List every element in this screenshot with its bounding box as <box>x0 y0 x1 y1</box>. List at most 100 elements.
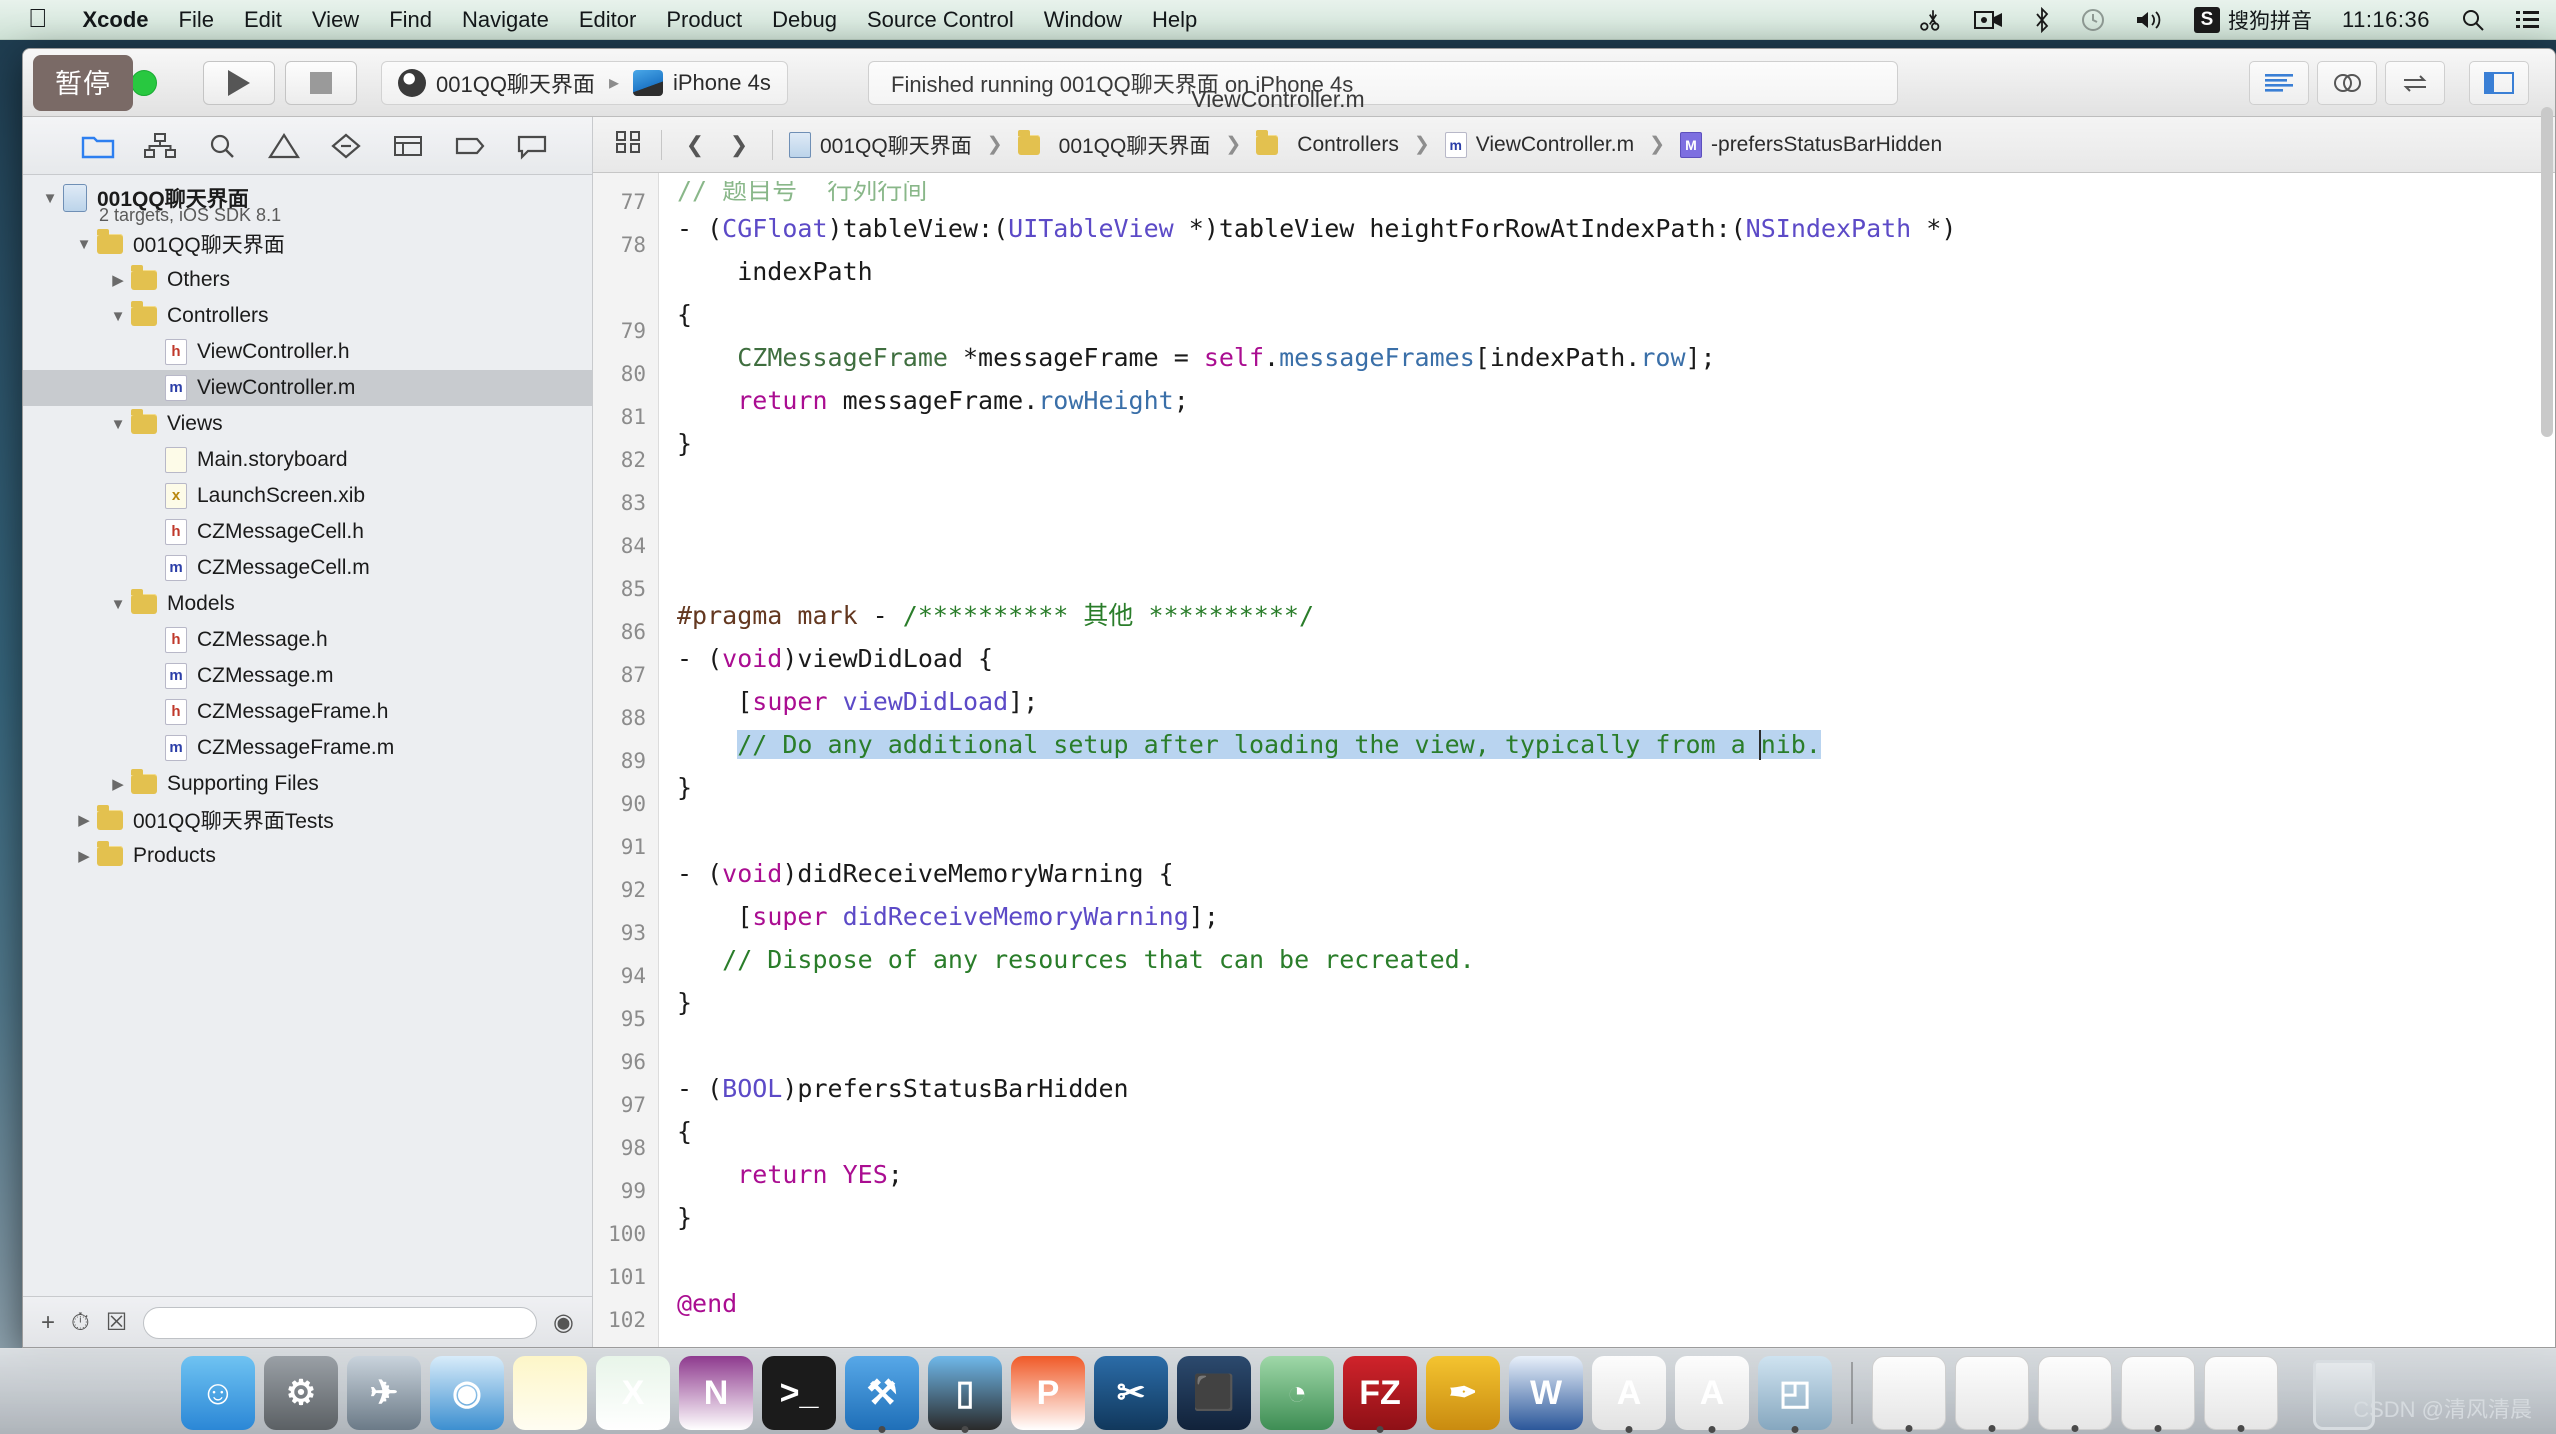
code-line[interactable]: // 题目号 行列行间 <box>677 181 2555 207</box>
dock-item-preview[interactable]: ◰ <box>1758 1356 1832 1430</box>
code-line[interactable]: indexPath <box>677 250 2555 293</box>
tree-row[interactable]: ▼ Models <box>23 586 592 622</box>
project-navigator-icon[interactable] <box>71 126 125 166</box>
symbol-navigator-icon[interactable] <box>133 126 187 166</box>
code-line[interactable]: @end <box>677 1282 2555 1325</box>
tree-row[interactable]: ▶hCZMessageCell.h <box>23 514 592 550</box>
code-line[interactable]: [super didReceiveMemoryWarning]; <box>677 895 2555 938</box>
dock-item-filezilla[interactable]: FZ <box>1343 1356 1417 1430</box>
disclosure-closed-icon[interactable]: ▶ <box>105 271 131 289</box>
menu-item-product[interactable]: Product <box>651 7 757 33</box>
code-line[interactable]: return messageFrame.rowHeight; <box>677 379 2555 422</box>
breadcrumb-item-group[interactable]: 001QQ聊天界面 <box>1059 130 1211 160</box>
dock-item-document-a1[interactable]: A <box>1592 1356 1666 1430</box>
timemachine-icon[interactable] <box>2066 7 2120 33</box>
code-line[interactable] <box>677 508 2555 551</box>
tree-row[interactable]: ▶mCZMessageCell.m <box>23 550 592 586</box>
tree-row[interactable]: ▶ 001QQ聊天界面Tests <box>23 802 592 838</box>
disclosure-open-icon[interactable]: ▼ <box>105 596 131 613</box>
dock-item-notes[interactable] <box>513 1356 587 1430</box>
breadcrumb-item-project[interactable]: 001QQ聊天界面 <box>820 130 972 160</box>
dock-item-onenote[interactable]: N <box>679 1356 753 1430</box>
chevron-left-icon[interactable]: ❮ <box>678 132 712 158</box>
source-control-filter-icon[interactable]: ☒ <box>106 1308 128 1337</box>
code-line[interactable] <box>677 465 2555 508</box>
breadcrumb-item-file[interactable]: ViewController.m <box>1476 133 1634 157</box>
find-navigator-icon[interactable] <box>195 126 249 166</box>
dock-item-safari[interactable]: ◉ <box>430 1356 504 1430</box>
menu-item-file[interactable]: File <box>164 7 229 33</box>
volume-icon[interactable] <box>2120 8 2180 32</box>
code-line[interactable] <box>677 809 2555 852</box>
issue-navigator-icon[interactable] <box>257 126 311 166</box>
source-editor[interactable]: 77 78 79 80 81 82 83 84 85 86 87 88 89 90 91 92 93 94 95 96… <box>593 173 2555 1347</box>
tree-row[interactable]: ▶hCZMessage.h <box>23 622 592 658</box>
apple-menu-icon[interactable]:  <box>0 5 68 31</box>
code-line[interactable]: return YES; <box>677 1153 2555 1196</box>
dock-item-ios-simulator[interactable]: ▯ <box>928 1356 1002 1430</box>
search-icon[interactable] <box>2446 7 2500 33</box>
code-line[interactable]: CZMessageFrame *messageFrame = self.mess… <box>677 336 2555 379</box>
tree-row[interactable]: ▶mCZMessage.m <box>23 658 592 694</box>
menu-item-edit[interactable]: Edit <box>229 7 297 33</box>
menu-item-navigate[interactable]: Navigate <box>447 7 564 33</box>
add-icon[interactable]: + <box>41 1309 55 1337</box>
dock-item-imovie[interactable]: ⬛ <box>1177 1356 1251 1430</box>
menu-item-view[interactable]: View <box>297 7 374 33</box>
tree-row[interactable]: ▼ Controllers <box>23 298 592 334</box>
menu-item-source-control[interactable]: Source Control <box>852 7 1029 33</box>
code-line[interactable]: } <box>677 1196 2555 1239</box>
menu-item-xcode[interactable]: Xcode <box>68 7 164 33</box>
code-line[interactable] <box>677 1024 2555 1067</box>
bluetooth-icon[interactable] <box>2018 6 2066 33</box>
code-line[interactable]: { <box>677 293 2555 336</box>
related-items-icon[interactable] <box>611 130 645 160</box>
disclosure-open-icon[interactable]: ▼ <box>37 190 63 207</box>
breadcrumb-item-method[interactable]: -prefersStatusBarHidden <box>1711 133 1942 157</box>
dock-item-illustrator[interactable]: ✒ <box>1426 1356 1500 1430</box>
input-method-indicator[interactable]: S 搜狗拼音 <box>2180 5 2326 35</box>
disclosure-open-icon[interactable]: ▼ <box>105 416 131 433</box>
breadcrumb[interactable]: P 001QQ聊天界面 ❯ F 001QQ聊天界面 ❯ F Controller… <box>789 129 1942 160</box>
menu-item-find[interactable]: Find <box>374 7 447 33</box>
code-line[interactable]: } <box>677 766 2555 809</box>
filter-input[interactable] <box>143 1306 538 1339</box>
dock-item-minimized-window-2[interactable] <box>1955 1356 2029 1430</box>
tree-row[interactable]: ▶xLaunchScreen.xib <box>23 478 592 514</box>
dock-item-minimized-window-1[interactable] <box>1872 1356 1946 1430</box>
disclosure-closed-icon[interactable]: ▶ <box>71 847 97 865</box>
code-line[interactable]: } <box>677 981 2555 1024</box>
menu-item-debug[interactable]: Debug <box>757 7 852 33</box>
tree-row[interactable]: ▶ Others <box>23 262 592 298</box>
tree-row[interactable]: ▼ Views <box>23 406 592 442</box>
dock-item-excel[interactable]: X <box>596 1356 670 1430</box>
dock-item-minimized-window-5[interactable] <box>2204 1356 2278 1430</box>
dock-item-snipping-tool[interactable]: ✂ <box>1094 1356 1168 1430</box>
dock-item-finder[interactable]: ☺ <box>181 1356 255 1430</box>
menu-item-editor[interactable]: Editor <box>564 7 651 33</box>
disclosure-open-icon[interactable]: ▼ <box>71 236 97 253</box>
tree-row[interactable]: ▶hViewController.h <box>23 334 592 370</box>
dock-item-launchpad[interactable]: ✈ <box>347 1356 421 1430</box>
chevron-right-icon[interactable]: ❯ <box>722 132 756 158</box>
notification-center-icon[interactable] <box>2500 8 2556 32</box>
dock-item-system-preferences[interactable]: ⚙ <box>264 1356 338 1430</box>
code-line[interactable]: } <box>677 422 2555 465</box>
recent-files-icon[interactable]: ⏱ <box>71 1309 90 1337</box>
dock-item-document-a2[interactable]: A <box>1675 1356 1749 1430</box>
dock-item-word[interactable]: W <box>1509 1356 1583 1430</box>
tree-row[interactable]: ▶mCZMessageFrame.m <box>23 730 592 766</box>
tree-row[interactable]: ▶ Supporting Files <box>23 766 592 802</box>
breakpoint-navigator-icon[interactable] <box>443 126 497 166</box>
source-code-text[interactable]: // 题目号 行列行间 - (CGFloat)tableView:(UITable… <box>659 173 2555 1347</box>
disclosure-open-icon[interactable]: ▼ <box>105 308 131 325</box>
tree-row[interactable]: ▶hCZMessageFrame.h <box>23 694 592 730</box>
menu-item-window[interactable]: Window <box>1029 7 1137 33</box>
code-line[interactable]: { <box>677 1110 2555 1153</box>
code-line[interactable]: // Dispose of any resources that can be … <box>677 938 2555 981</box>
disclosure-closed-icon[interactable]: ▶ <box>105 775 131 793</box>
code-line[interactable]: - (BOOL)prefersStatusBarHidden <box>677 1067 2555 1110</box>
test-navigator-icon[interactable] <box>319 126 373 166</box>
debug-navigator-icon[interactable] <box>381 126 435 166</box>
window-scrollbar[interactable] <box>2541 107 2553 1267</box>
